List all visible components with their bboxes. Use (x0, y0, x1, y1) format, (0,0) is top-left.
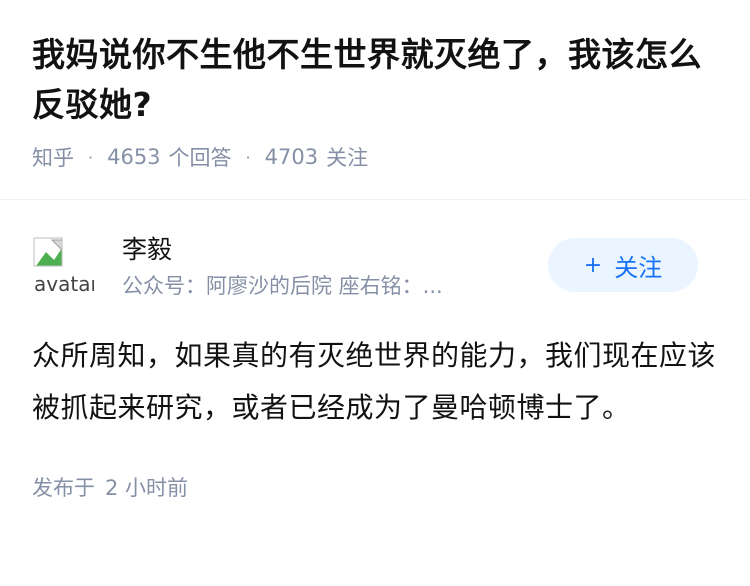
question-title[interactable]: 我妈说你不生他不生世界就灭绝了，我该怎么反驳她? (32, 30, 718, 130)
question-header: 我妈说你不生他不生世界就灭绝了，我该怎么反驳她? 知乎 · 4653 个回答 ·… (0, 0, 750, 170)
published-time: 2 小时前 (105, 476, 189, 500)
separator-dot: · (245, 147, 251, 167)
separator-dot: · (88, 147, 94, 167)
source-label[interactable]: 知乎 (32, 142, 74, 172)
question-meta: 知乎 · 4653 个回答 · 4703 关注 (32, 142, 718, 172)
plus-icon: + (583, 252, 603, 278)
avatar[interactable]: avatar (32, 236, 94, 298)
followers-count: 4703 (264, 145, 319, 169)
followers-label: 关注 (326, 146, 369, 170)
follow-button[interactable]: + 关注 (548, 238, 698, 292)
answer-card: avatar 李毅 公众号：阿廖沙的后院 座右铭：... + 关注 众所周知，如… (0, 200, 750, 502)
avatar-alt-text: avatar (34, 272, 94, 296)
published-label: 发布于 (32, 476, 95, 500)
answer-footer: 发布于 2 小时前 (32, 472, 718, 502)
answers-label: 个回答 (168, 146, 232, 170)
author-row: avatar 李毅 公众号：阿廖沙的后院 座右铭：... + 关注 (32, 232, 718, 302)
follow-label: 关注 (614, 253, 663, 282)
answers-count: 4653 (107, 145, 161, 169)
answer-content[interactable]: 众所周知，如果真的有灭绝世界的能力，我们现在应该被抓起来研究，或者已经成为了曼哈… (32, 330, 718, 434)
